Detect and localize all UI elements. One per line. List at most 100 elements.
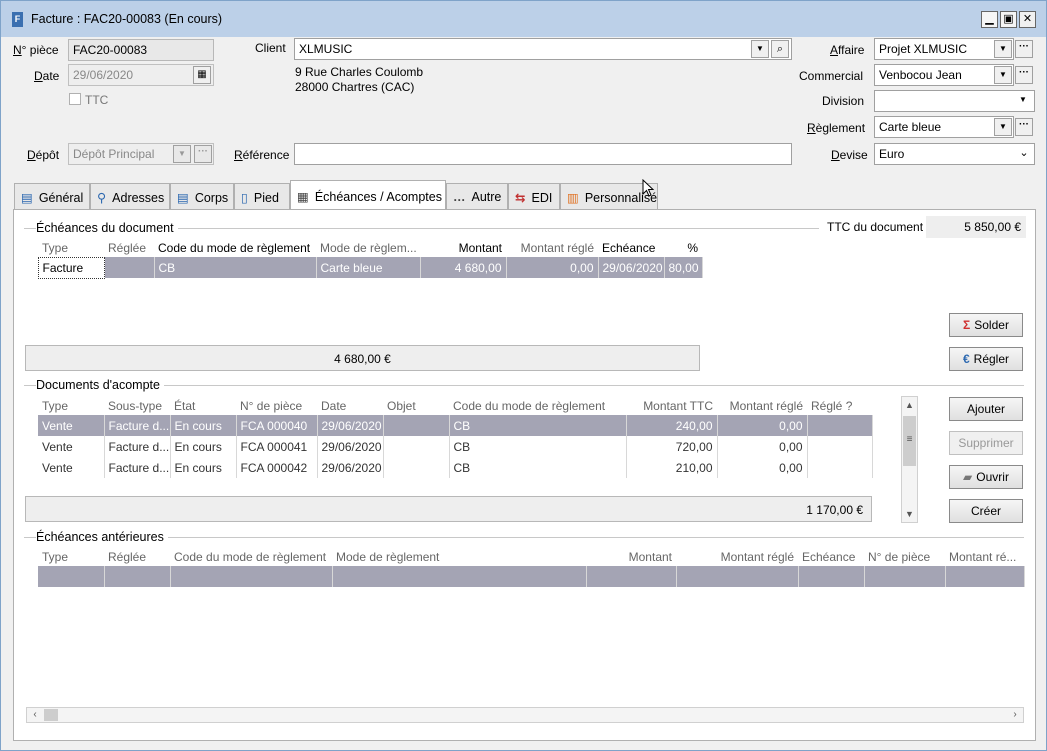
creer-button[interactable]: Créer: [949, 499, 1023, 523]
table-row[interactable]: › Facture CB Carte bleue 4 680,00 0,00 2…: [24, 256, 703, 279]
column-header[interactable]: Type: [38, 548, 104, 566]
column-header[interactable]: N° de pièce: [864, 548, 945, 566]
regler-button[interactable]: € Régler: [949, 347, 1023, 371]
tab-autre[interactable]: … Autre: [446, 183, 508, 210]
table-cell[interactable]: Vente: [38, 457, 105, 478]
search-icon[interactable]: ⌕: [771, 40, 789, 58]
title-bar[interactable]: F Facture : FAC20-00083 (En cours) ▁ ▣ ✕: [1, 1, 1046, 37]
anterieures-horizontal-scrollbar[interactable]: ‹ ›: [26, 707, 1024, 723]
table-cell[interactable]: 29/06/2020: [317, 457, 384, 478]
commercial-field[interactable]: Venbocou Jean: [874, 64, 1014, 86]
table-cell[interactable]: Vente: [38, 436, 105, 457]
column-header[interactable]: Réglé ?: [807, 397, 872, 415]
ellipsis-icon[interactable]: ···: [194, 145, 212, 163]
column-header[interactable]: État: [170, 397, 236, 415]
table-cell[interactable]: Carte bleue: [316, 257, 421, 278]
scroll-thumb[interactable]: [44, 709, 58, 721]
column-header[interactable]: Mode de règlement: [332, 548, 586, 566]
tab-general[interactable]: ▤ Général: [14, 183, 90, 210]
table-cell[interactable]: CB: [449, 457, 627, 478]
column-header[interactable]: Date: [317, 397, 383, 415]
ellipsis-icon[interactable]: ···: [1015, 66, 1033, 84]
table-row[interactable]: Vente Facture d... En cours FCA 000042 2…: [24, 457, 873, 478]
acomptes-grid[interactable]: Type Sous-type État N° de pièce Date Obj…: [24, 397, 873, 478]
acomptes-vertical-scrollbar[interactable]: ▲ ≡ ▼: [901, 396, 918, 523]
table-cell[interactable]: [383, 457, 450, 478]
column-header[interactable]: N° de pièce: [236, 397, 317, 415]
table-cell[interactable]: FCA 000040: [236, 415, 318, 436]
column-header[interactable]: Montant réglé: [676, 548, 798, 566]
table-row[interactable]: › Vente Facture d... En cours FCA 000040…: [24, 415, 873, 436]
table-row[interactable]: ›: [24, 566, 1025, 587]
scroll-thumb[interactable]: ≡: [903, 416, 916, 466]
table-cell[interactable]: 0,00: [717, 436, 808, 457]
column-header[interactable]: Montant réglé: [717, 397, 807, 415]
table-cell[interactable]: [383, 415, 450, 436]
column-header[interactable]: Mode de règlem...: [316, 239, 420, 257]
affaire-field[interactable]: Projet XLMUSIC: [874, 38, 1014, 60]
table-cell[interactable]: 29/06/2020: [598, 257, 665, 278]
table-cell[interactable]: [807, 415, 873, 436]
depot-field[interactable]: Dépôt Principal: [68, 143, 214, 165]
table-cell[interactable]: Facture: [37, 256, 105, 279]
column-header[interactable]: %: [664, 239, 702, 257]
column-header[interactable]: Réglée: [104, 548, 170, 566]
table-cell[interactable]: En cours: [170, 415, 237, 436]
table-cell[interactable]: 29/06/2020: [317, 415, 384, 436]
calendar-icon[interactable]: ▦: [193, 66, 211, 84]
table-cell[interactable]: FCA 000041: [236, 436, 318, 457]
table-cell[interactable]: FCA 000042: [236, 457, 318, 478]
tab-edi[interactable]: ⇆ EDI: [508, 183, 560, 210]
scroll-down-icon[interactable]: ▼: [902, 506, 917, 522]
column-header[interactable]: Montant: [586, 548, 676, 566]
chevron-down-icon[interactable]: ▼: [994, 66, 1012, 84]
column-header[interactable]: Montant réglé: [506, 239, 598, 257]
table-cell[interactable]: [383, 436, 450, 457]
reglement-field[interactable]: Carte bleue: [874, 116, 1014, 138]
scroll-up-icon[interactable]: ▲: [902, 397, 917, 413]
table-cell[interactable]: 0,00: [506, 257, 599, 278]
column-header[interactable]: Type: [38, 397, 104, 415]
ouvrir-button[interactable]: ▰ Ouvrir: [949, 465, 1023, 489]
table-cell[interactable]: En cours: [170, 436, 237, 457]
column-header[interactable]: Echéance: [798, 548, 864, 566]
tab-corps[interactable]: ▤ Corps: [170, 183, 234, 210]
column-header[interactable]: Montant ré...: [945, 548, 1024, 566]
close-button[interactable]: ✕: [1019, 11, 1036, 28]
column-header[interactable]: Code du mode de règlement: [170, 548, 332, 566]
table-cell[interactable]: 80,00: [664, 257, 703, 278]
table-cell[interactable]: CB: [449, 415, 627, 436]
piece-number-field[interactable]: FAC20-00083: [68, 39, 214, 61]
anterieures-grid[interactable]: Type Réglée Code du mode de règlement Mo…: [24, 548, 1025, 587]
ajouter-button[interactable]: Ajouter: [949, 397, 1023, 421]
table-cell[interactable]: 720,00: [626, 436, 718, 457]
chevron-down-icon[interactable]: ▼: [1014, 92, 1032, 110]
tab-echeances-acomptes[interactable]: ▦ Échéances / Acomptes: [290, 180, 446, 211]
division-field[interactable]: [874, 90, 1035, 112]
column-header[interactable]: Code du mode de règlement: [154, 239, 316, 257]
table-cell[interactable]: [104, 257, 155, 278]
table-cell[interactable]: Vente: [38, 415, 105, 436]
table-cell[interactable]: Facture d...: [104, 457, 171, 478]
chevron-down-icon[interactable]: ▼: [173, 145, 191, 163]
table-cell[interactable]: Facture d...: [104, 436, 171, 457]
chevron-down-icon[interactable]: ▼: [994, 118, 1012, 136]
table-cell[interactable]: 4 680,00: [420, 257, 507, 278]
tab-pied[interactable]: ▯ Pied: [234, 183, 290, 210]
minimize-button[interactable]: ▁: [981, 11, 998, 28]
column-header[interactable]: Montant TTC: [626, 397, 717, 415]
devise-select[interactable]: Euro: [874, 143, 1035, 165]
ellipsis-icon[interactable]: ···: [1015, 118, 1033, 136]
table-cell[interactable]: 29/06/2020: [317, 436, 384, 457]
scroll-left-icon[interactable]: ‹: [27, 708, 43, 722]
table-cell[interactable]: Facture d...: [104, 415, 171, 436]
table-cell[interactable]: 0,00: [717, 415, 808, 436]
maximize-button[interactable]: ▣: [1000, 11, 1017, 28]
scroll-right-icon[interactable]: ›: [1007, 708, 1023, 722]
reference-field[interactable]: [294, 143, 792, 165]
chevron-down-icon[interactable]: ⌄: [1015, 145, 1033, 163]
table-cell[interactable]: [807, 457, 873, 478]
ellipsis-icon[interactable]: ···: [1015, 40, 1033, 58]
table-cell[interactable]: CB: [449, 436, 627, 457]
table-cell[interactable]: 240,00: [626, 415, 718, 436]
